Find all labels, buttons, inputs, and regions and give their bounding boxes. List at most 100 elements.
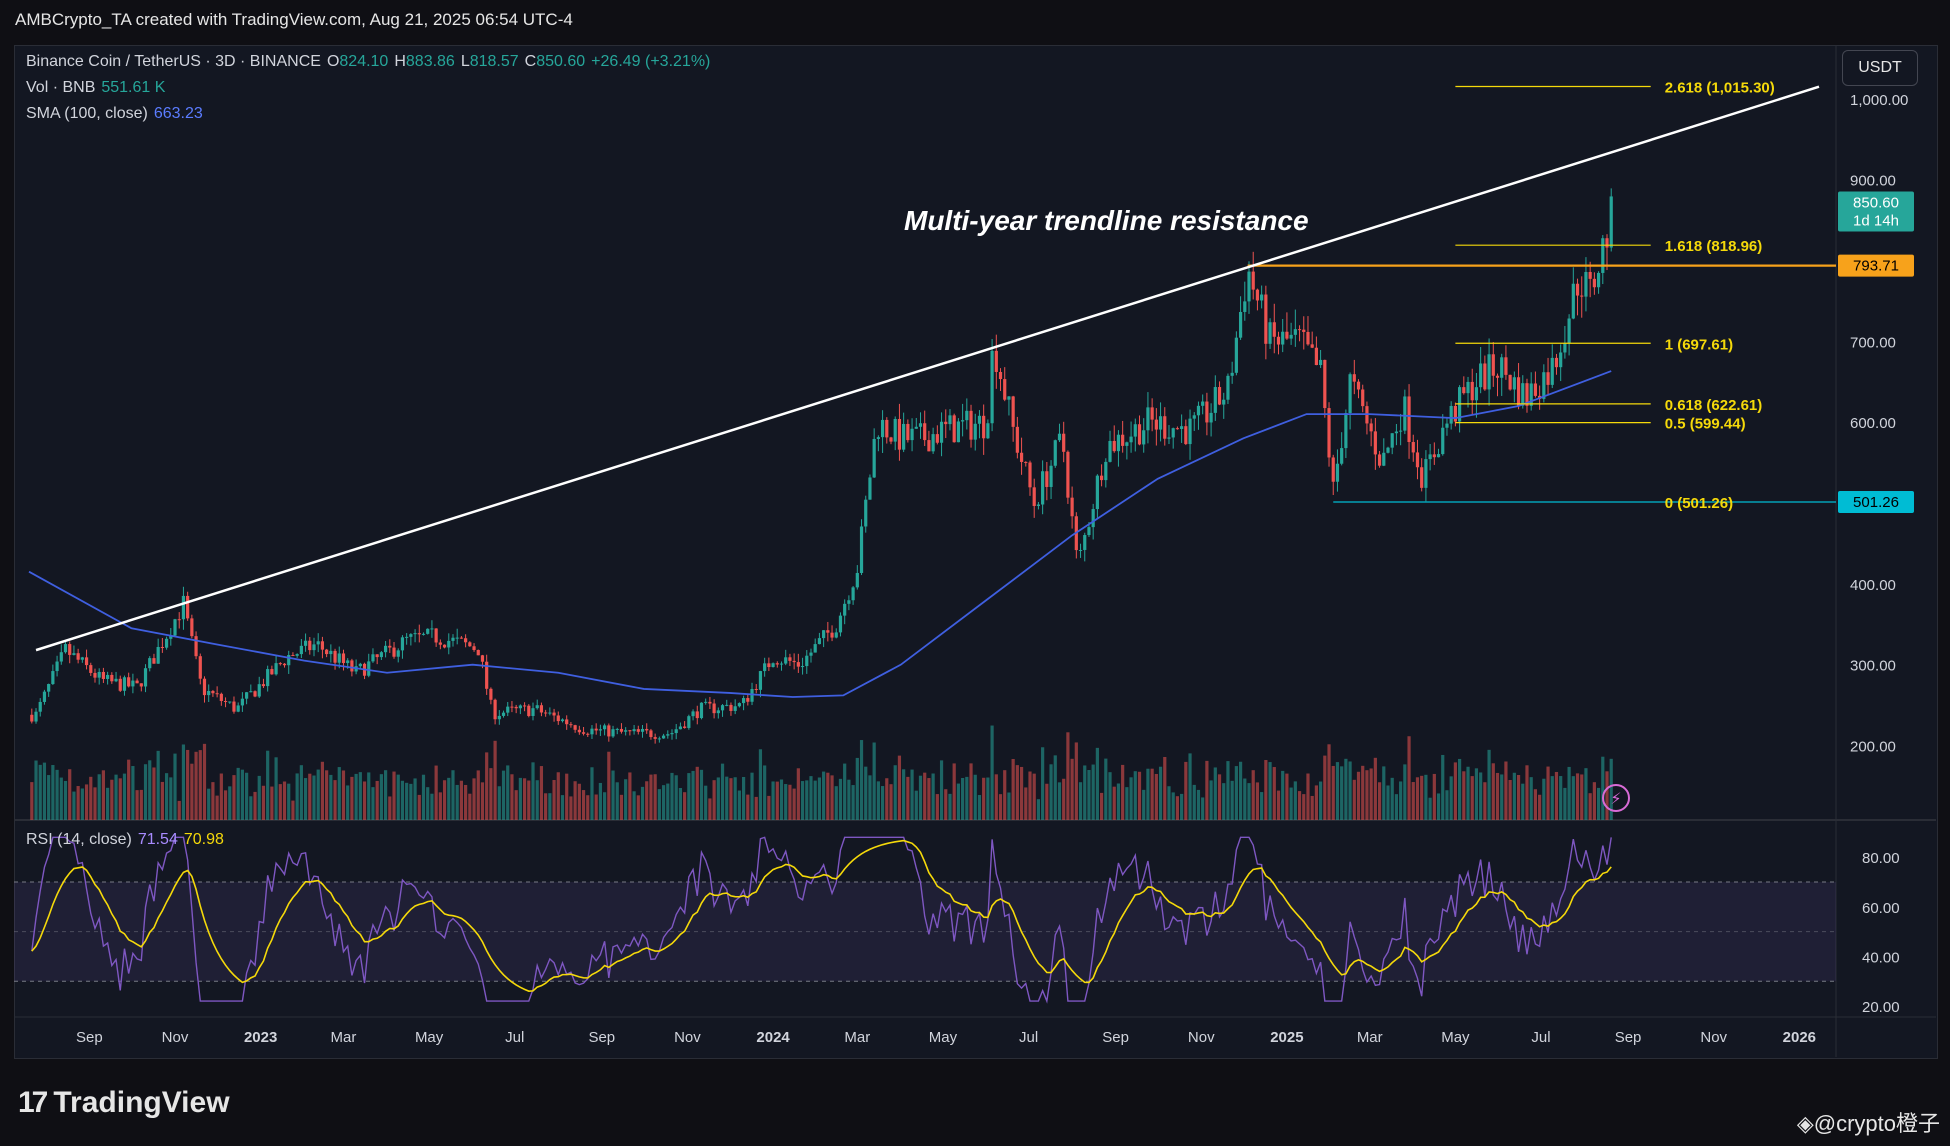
candle-body xyxy=(1373,431,1377,455)
volume-bar xyxy=(1394,794,1399,820)
candle-body xyxy=(97,671,101,678)
price-tick-label: 400.00 xyxy=(1850,577,1896,594)
volume-bar xyxy=(198,750,202,820)
currency-button[interactable]: USDT xyxy=(1842,50,1918,86)
volume-bar xyxy=(173,753,177,820)
candle-body xyxy=(400,637,405,651)
candle-body xyxy=(84,657,89,666)
volume-bar xyxy=(640,786,645,820)
volume-bar xyxy=(1567,766,1571,820)
candle-body xyxy=(198,656,202,679)
candle-body xyxy=(649,730,653,738)
candle-body xyxy=(1382,452,1386,466)
volume-bar xyxy=(1550,776,1554,820)
candle-body xyxy=(236,705,240,712)
low-label: L xyxy=(460,53,470,70)
volume-bar xyxy=(1146,768,1150,820)
volume-bar xyxy=(1453,762,1457,820)
volume-bar xyxy=(329,774,333,820)
candle-body xyxy=(223,701,228,703)
candle-body xyxy=(889,437,893,442)
candle-body xyxy=(1495,375,1500,378)
volume-bar xyxy=(1420,775,1424,820)
volume-bar xyxy=(522,778,527,820)
rsi-label: RSI (14, close) xyxy=(26,831,132,848)
candle-body xyxy=(1550,357,1554,385)
volume-bar xyxy=(990,725,994,820)
volume-bar xyxy=(619,794,624,820)
candle-body xyxy=(982,415,986,439)
candle-body xyxy=(704,701,708,703)
candle-body xyxy=(1491,354,1495,376)
candle-body xyxy=(577,729,581,733)
candle-body xyxy=(421,633,426,635)
candle-body xyxy=(1386,447,1390,453)
volume-bar xyxy=(1546,766,1550,820)
candle-body xyxy=(1323,359,1327,409)
volume-bar xyxy=(565,773,569,820)
volume-bar xyxy=(1230,780,1234,820)
candle-body xyxy=(417,633,421,635)
volume-bar xyxy=(89,776,93,820)
volume-bar xyxy=(106,787,110,820)
candle-body xyxy=(1575,283,1580,296)
volume-bar xyxy=(442,780,447,820)
candle-body xyxy=(186,595,190,619)
fib-level-label: 1 (697.61) xyxy=(1665,336,1733,353)
volume-bar xyxy=(169,777,173,820)
volume-bar xyxy=(982,777,986,820)
candle-body xyxy=(581,732,586,734)
volume-bar xyxy=(1449,776,1453,820)
current-price-tag-text: 1d 14h xyxy=(1853,213,1899,230)
volume-bar xyxy=(1403,764,1407,820)
candle-body xyxy=(1390,433,1394,448)
fib-zero-price-tag-text: 501.26 xyxy=(1853,494,1899,511)
candle-body xyxy=(1331,457,1335,482)
volume-bar xyxy=(767,795,771,820)
candle-body xyxy=(1407,396,1411,443)
volume-bar xyxy=(788,784,792,820)
volume-bar xyxy=(383,770,388,820)
volume-bar xyxy=(830,775,834,820)
volume-bar xyxy=(1196,789,1201,820)
volume-bar xyxy=(287,783,291,820)
volume-bar xyxy=(611,770,615,820)
volume-bar xyxy=(902,769,906,820)
candle-body xyxy=(910,428,914,441)
candle-body xyxy=(923,423,927,441)
volume-bar xyxy=(1424,774,1428,820)
volume-bar xyxy=(1289,787,1293,820)
volume-bar xyxy=(691,770,695,820)
volume-bar xyxy=(674,775,678,820)
candle-body xyxy=(830,632,834,638)
volume-bar xyxy=(1104,758,1108,820)
volume-bar xyxy=(240,769,244,820)
volume-bar xyxy=(944,789,948,820)
volume-bar xyxy=(1436,793,1441,820)
candle-body xyxy=(1340,448,1344,464)
volume-bar xyxy=(426,787,430,820)
symbol-legend: Binance Coin / TetherUS · 3D · BINANCE O8… xyxy=(26,53,716,71)
price-chart[interactable]: 1,000.00900.00800.00700.00600.00500.0040… xyxy=(14,45,1936,1057)
volume-bar xyxy=(653,774,657,820)
volume-bar xyxy=(716,777,720,820)
candle-body xyxy=(1049,465,1053,487)
volume-bar xyxy=(1108,772,1112,820)
volume-bar xyxy=(1087,769,1091,820)
volume-bar xyxy=(245,772,249,820)
volume-bar xyxy=(518,777,522,820)
candle-body xyxy=(594,728,598,731)
volume-bar xyxy=(160,781,164,820)
volume-bar xyxy=(1041,747,1045,820)
candle-body xyxy=(531,708,535,716)
volume-bar xyxy=(775,781,779,820)
volume-bar xyxy=(956,783,960,820)
volume-bar xyxy=(1057,782,1062,820)
volume-bar xyxy=(1074,742,1078,820)
candle-body xyxy=(1289,334,1293,339)
candle-body xyxy=(358,663,362,667)
tradingview-logo[interactable]: 17 TradingView xyxy=(18,1086,230,1120)
volume-bar xyxy=(1377,782,1382,820)
candle-body xyxy=(426,628,430,634)
candle-body xyxy=(1605,238,1609,248)
